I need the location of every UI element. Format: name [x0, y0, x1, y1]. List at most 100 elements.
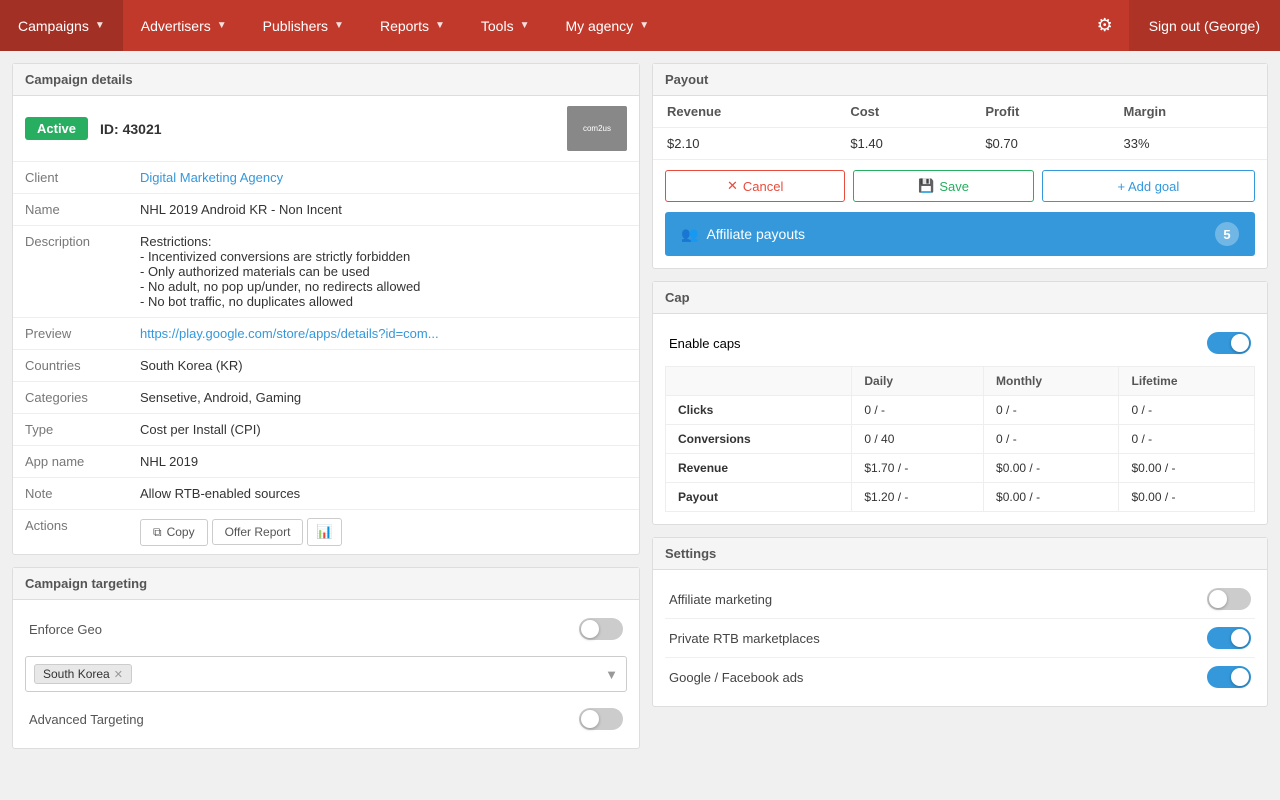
campaign-details-panel: Campaign details Active ID: 43021 com2us… [12, 63, 640, 555]
field-key: App name [13, 446, 128, 478]
payout-value: $1.40 [836, 128, 971, 160]
campaign-details-header: Campaign details [13, 64, 639, 96]
bar-chart-icon: 📊 [316, 524, 333, 539]
field-value: NHL 2019 [128, 446, 639, 478]
geo-tag-remove-icon[interactable]: ✕ [114, 668, 123, 681]
settings-row: Private RTB marketplaces [665, 619, 1255, 658]
add-goal-button[interactable]: + Add goal [1042, 170, 1255, 202]
copy-icon: ⧉ [153, 525, 162, 540]
field-link[interactable]: Digital Marketing Agency [140, 170, 283, 185]
save-disk-icon: 💾 [918, 178, 934, 194]
geo-tags-row[interactable]: South Korea ✕ ▼ [25, 656, 627, 692]
enforce-geo-row: Enforce Geo [25, 612, 627, 646]
cap-row-label: Clicks [666, 396, 852, 425]
payout-value: 33% [1109, 128, 1267, 160]
cap-daily-header: Daily [852, 367, 984, 396]
cap-row-value: 0 / - [984, 425, 1119, 454]
cap-table-row: Clicks0 / -0 / -0 / - [666, 396, 1255, 425]
settings-row-toggle[interactable] [1207, 666, 1251, 688]
campaign-targeting-title: Campaign targeting [25, 576, 147, 591]
people-icon: 👥 [681, 226, 698, 243]
payout-col-header: Margin [1109, 96, 1267, 128]
settings-row-label: Google / Facebook ads [669, 670, 803, 685]
top-nav: Campaigns ▼ Advertisers ▼ Publishers ▼ R… [0, 0, 1280, 51]
geo-dropdown-icon[interactable]: ▼ [605, 667, 618, 682]
nav-myagency[interactable]: My agency ▼ [547, 0, 667, 51]
publishers-caret-icon: ▼ [334, 20, 344, 31]
cap-row-value: $1.20 / - [852, 483, 984, 512]
reports-caret-icon: ▼ [435, 20, 445, 31]
campaign-details-title: Campaign details [25, 72, 133, 87]
settings-panel: Settings Affiliate marketingPrivate RTB … [652, 537, 1268, 707]
chart-button[interactable]: 📊 [307, 518, 342, 546]
enable-caps-label: Enable caps [669, 336, 741, 351]
nav-advertisers-label: Advertisers [141, 18, 211, 34]
offer-report-button[interactable]: Offer Report [212, 519, 304, 545]
nav-reports[interactable]: Reports ▼ [362, 0, 463, 51]
campaign-targeting-body: Enforce Geo South Korea ✕ ▼ Advanced Tar… [13, 600, 639, 748]
nav-myagency-label: My agency [565, 18, 633, 34]
cap-monthly-header: Monthly [984, 367, 1119, 396]
campaign-targeting-header: Campaign targeting [13, 568, 639, 600]
nav-advertisers[interactable]: Advertisers ▼ [123, 0, 245, 51]
field-key: Client [13, 162, 128, 194]
left-column: Campaign details Active ID: 43021 com2us… [12, 63, 640, 749]
settings-gear-button[interactable]: ⚙ [1081, 0, 1129, 51]
affiliate-payouts-badge: 5 [1215, 222, 1239, 246]
settings-row: Google / Facebook ads [665, 658, 1255, 696]
nav-tools[interactable]: Tools ▼ [463, 0, 548, 51]
actions-value: ⧉ Copy Offer Report 📊 [128, 510, 639, 555]
copy-button[interactable]: ⧉ Copy [140, 519, 208, 546]
enable-caps-row: Enable caps [665, 326, 1255, 366]
field-value: https://play.google.com/store/apps/detai… [128, 318, 639, 350]
cap-row-value: $0.00 / - [984, 454, 1119, 483]
campaign-header-row: Active ID: 43021 com2us [13, 96, 639, 161]
geo-tag-label: South Korea [43, 667, 110, 681]
addgoal-label: + Add goal [1117, 179, 1179, 194]
field-value: Restrictions: - Incentivized conversions… [128, 226, 639, 318]
settings-title: Settings [665, 546, 716, 561]
advanced-targeting-label: Advanced Targeting [29, 712, 144, 727]
affiliate-payouts-button[interactable]: 👥 Affiliate payouts 5 [665, 212, 1255, 256]
geo-tag-south-korea[interactable]: South Korea ✕ [34, 664, 132, 684]
nav-publishers[interactable]: Publishers ▼ [245, 0, 362, 51]
field-value: Cost per Install (CPI) [128, 414, 639, 446]
field-key: Type [13, 414, 128, 446]
field-value: Sensetive, Android, Gaming [128, 382, 639, 414]
affiliate-payouts-label: Affiliate payouts [706, 226, 805, 242]
payout-value: $2.10 [653, 128, 836, 160]
tools-caret-icon: ▼ [520, 20, 530, 31]
advanced-targeting-toggle[interactable] [579, 708, 623, 730]
cap-lifetime-header: Lifetime [1119, 367, 1255, 396]
save-button[interactable]: 💾 Save [853, 170, 1033, 202]
cap-row-value: $0.00 / - [984, 483, 1119, 512]
field-link[interactable]: https://play.google.com/store/apps/detai… [140, 326, 439, 341]
cap-table-row: Revenue$1.70 / -$0.00 / -$0.00 / - [666, 454, 1255, 483]
myagency-caret-icon: ▼ [639, 20, 649, 31]
enable-caps-toggle[interactable] [1207, 332, 1251, 354]
field-key: Countries [13, 350, 128, 382]
field-key: Note [13, 478, 128, 510]
cap-row-value: $0.00 / - [1119, 483, 1255, 512]
settings-row-toggle[interactable] [1207, 627, 1251, 649]
cancel-button[interactable]: ✕ Cancel [665, 170, 845, 202]
settings-header: Settings [653, 538, 1267, 570]
cap-row-value: $1.70 / - [852, 454, 984, 483]
nav-campaigns[interactable]: Campaigns ▼ [0, 0, 123, 51]
field-value: NHL 2019 Android KR - Non Incent [128, 194, 639, 226]
payout-value: $0.70 [971, 128, 1109, 160]
cap-panel: Cap Enable caps Daily Monthly Lifetime [652, 281, 1268, 525]
signout-button[interactable]: Sign out (George) [1129, 0, 1280, 51]
campaign-thumbnail: com2us [567, 106, 627, 151]
settings-row-toggle[interactable] [1207, 588, 1251, 610]
field-key: Description [13, 226, 128, 318]
field-key: Name [13, 194, 128, 226]
payout-actions: ✕ Cancel 💾 Save + Add goal [653, 159, 1267, 212]
field-value: Digital Marketing Agency [128, 162, 639, 194]
active-status-badge: Active [25, 117, 88, 140]
cap-row-label: Conversions [666, 425, 852, 454]
field-value: South Korea (KR) [128, 350, 639, 382]
main-content: Campaign details Active ID: 43021 com2us… [0, 51, 1280, 761]
enforce-geo-toggle[interactable] [579, 618, 623, 640]
cap-row-label: Revenue [666, 454, 852, 483]
